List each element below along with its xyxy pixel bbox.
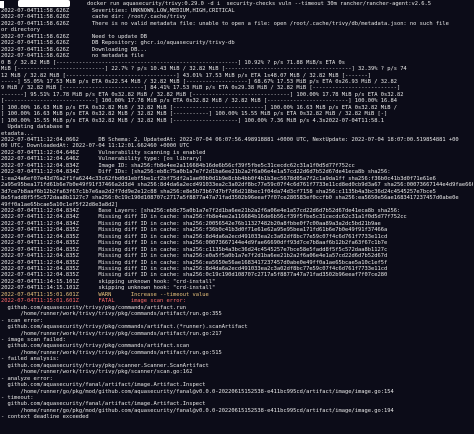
terminal-window[interactable]: docker run aquasecurity/trivy:0.29.0 -d …	[0, 0, 474, 434]
redacted-hostname	[18, 0, 70, 7]
terminal-line: - context deadline exceeded	[1, 414, 89, 421]
